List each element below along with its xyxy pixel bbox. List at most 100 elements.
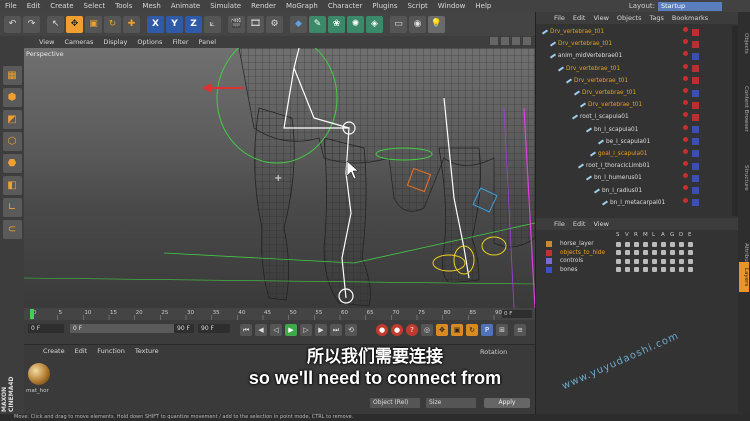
record-parameter-icon[interactable]: P — [481, 324, 493, 336]
object-row[interactable]: Drv_vertebrae_t01 — [536, 99, 739, 111]
layer-row[interactable]: horse_layer — [536, 240, 738, 249]
render-view-icon[interactable]: 🎬 — [228, 15, 245, 33]
preview-start-field[interactable]: 0 F — [70, 324, 180, 333]
perspective-viewport[interactable]: Perspective + — [24, 48, 535, 308]
move-view-icon[interactable] — [490, 37, 498, 45]
visibility-dot[interactable] — [683, 87, 688, 93]
camera-icon[interactable]: ◉ — [409, 15, 426, 33]
playhead[interactable] — [30, 309, 34, 319]
viewport-menu-filter[interactable]: Filter — [167, 38, 193, 46]
loop-icon[interactable]: ⟲ — [345, 324, 357, 336]
viewport-menu-options[interactable]: Options — [132, 38, 167, 46]
redo-icon[interactable]: ↷ — [23, 15, 40, 33]
menu-plugins[interactable]: Plugins — [367, 2, 402, 10]
layer-menu-file[interactable]: File — [550, 220, 569, 228]
layer-toggle-icon[interactable] — [652, 241, 657, 247]
deformer-icon[interactable]: ◈ — [366, 15, 383, 33]
layer-menu-view[interactable]: View — [589, 220, 612, 228]
start-frame-field[interactable]: 0 F — [28, 324, 64, 333]
move-tool-icon[interactable]: ✥ — [66, 15, 83, 33]
object-tag-icon[interactable] — [692, 126, 699, 134]
layer-toggle-icon[interactable] — [634, 241, 639, 247]
visibility-dot[interactable] — [683, 75, 688, 81]
snap-icon[interactable]: ⊂ — [2, 220, 22, 239]
visibility-dot[interactable] — [683, 136, 688, 142]
object-row[interactable]: bn_l_humerus01 — [536, 172, 739, 184]
object-tag-icon[interactable] — [692, 65, 699, 73]
object-row[interactable]: be_l_scapula01 — [536, 136, 739, 148]
visibility-dot[interactable] — [683, 39, 688, 45]
layer-row[interactable]: controls — [536, 257, 738, 266]
layer-toggle-icon[interactable] — [688, 258, 693, 264]
layer-color-swatch[interactable] — [546, 258, 552, 265]
go-to-start-icon[interactable]: ⏮ — [240, 324, 252, 336]
object-tag-icon[interactable] — [692, 199, 699, 207]
object-row[interactable]: Drv_vertebrae_t01 — [536, 87, 739, 99]
layer-toggle-icon[interactable] — [688, 241, 693, 247]
layer-toggle-icon[interactable] — [661, 250, 666, 256]
object-row[interactable]: bn_l_metacarpal01 — [536, 197, 739, 209]
play-icon[interactable]: ▶ — [285, 324, 297, 336]
layer-toggle-icon[interactable] — [679, 258, 684, 264]
layer-row[interactable]: objects_to_hide — [536, 249, 738, 258]
layout-dropdown[interactable]: Startup — [658, 1, 722, 11]
record-position-icon[interactable]: ✥ — [436, 324, 448, 336]
render-picture-viewer-icon[interactable]: 🎞 — [247, 15, 264, 33]
layer-toggle-icon[interactable] — [679, 250, 684, 256]
array-icon[interactable]: ✺ — [347, 15, 364, 33]
rotate-tool-icon[interactable]: ↻ — [104, 15, 121, 33]
menu-script[interactable]: Script — [402, 2, 432, 10]
x-axis-lock-icon[interactable]: X — [147, 15, 164, 33]
layer-toggle-icon[interactable] — [634, 267, 639, 273]
motion-record-icon[interactable]: ◎ — [421, 324, 433, 336]
object-row[interactable]: root_l_scapula01 — [536, 111, 739, 123]
object-row[interactable]: anim_midVertebrae01 — [536, 50, 739, 62]
layer-toggle-icon[interactable] — [616, 241, 621, 247]
current-frame-field[interactable]: 0 F — [502, 310, 532, 318]
previous-key-icon[interactable]: ◀ — [255, 324, 267, 336]
spline-pen-icon[interactable]: ✎ — [309, 15, 326, 33]
rotate-view-icon[interactable] — [512, 37, 520, 45]
layer-toggle-icon[interactable] — [652, 267, 657, 273]
previous-frame-icon[interactable]: ◁ — [270, 324, 282, 336]
size-mode-select[interactable]: Size — [426, 398, 476, 408]
object-tag-icon[interactable] — [692, 89, 699, 97]
layer-toggle-icon[interactable] — [661, 267, 666, 273]
visibility-dot[interactable] — [683, 27, 688, 32]
object-menu-tags[interactable]: Tags — [645, 14, 667, 22]
apply-button[interactable]: Apply — [484, 398, 530, 408]
visibility-dot[interactable] — [683, 161, 688, 167]
visibility-dot[interactable] — [683, 112, 688, 118]
layer-toggle-icon[interactable] — [643, 258, 648, 264]
visibility-dot[interactable] — [683, 51, 688, 57]
timeline-ruler[interactable]: 0 5 10 15 20 25 30 35 40 45 50 55 60 65 70 75 80 85 90 0 F — [24, 308, 535, 320]
viewport-menu-display[interactable]: Display — [98, 38, 132, 46]
side-tab-layers[interactable]: Layers — [739, 262, 749, 292]
layer-toggle-icon[interactable] — [661, 258, 666, 264]
layer-toggle-icon[interactable] — [643, 241, 648, 247]
visibility-dot[interactable] — [683, 148, 688, 154]
maximize-view-icon[interactable] — [523, 37, 531, 45]
coordinate-system-icon[interactable]: ⟀ — [204, 15, 221, 33]
layer-toggle-icon[interactable] — [634, 258, 639, 264]
layer-toggle-icon[interactable] — [670, 267, 675, 273]
keyframe-selection-icon[interactable]: ? — [406, 324, 418, 336]
viewport-menu-cameras[interactable]: Cameras — [59, 38, 98, 46]
object-row[interactable]: bn_l_radius01 — [536, 184, 739, 196]
texture-mode-icon[interactable]: ◩ — [2, 110, 22, 129]
end-frame-field[interactable]: 90 F — [198, 324, 230, 333]
menu-edit[interactable]: Edit — [22, 2, 46, 10]
record-pla-icon[interactable]: ⊞ — [496, 324, 508, 336]
coordinate-mode-select[interactable]: Object (Rel) — [370, 398, 420, 408]
menu-mograph[interactable]: MoGraph — [281, 2, 323, 10]
edge-mode-icon[interactable]: ⬣ — [2, 154, 22, 173]
zoom-view-icon[interactable] — [501, 37, 509, 45]
object-menu-file[interactable]: File — [550, 14, 569, 22]
preview-end-field[interactable]: 90 F — [174, 324, 194, 333]
layer-toggle-icon[interactable] — [634, 250, 639, 256]
layer-toggle-icon[interactable] — [688, 250, 693, 256]
layer-toggle-icon[interactable] — [679, 241, 684, 247]
point-mode-icon[interactable]: ⬡ — [2, 132, 22, 151]
scene-floor-icon[interactable]: ▭ — [390, 15, 407, 33]
object-row[interactable]: Drv_vertebrae_t01 — [536, 26, 739, 38]
